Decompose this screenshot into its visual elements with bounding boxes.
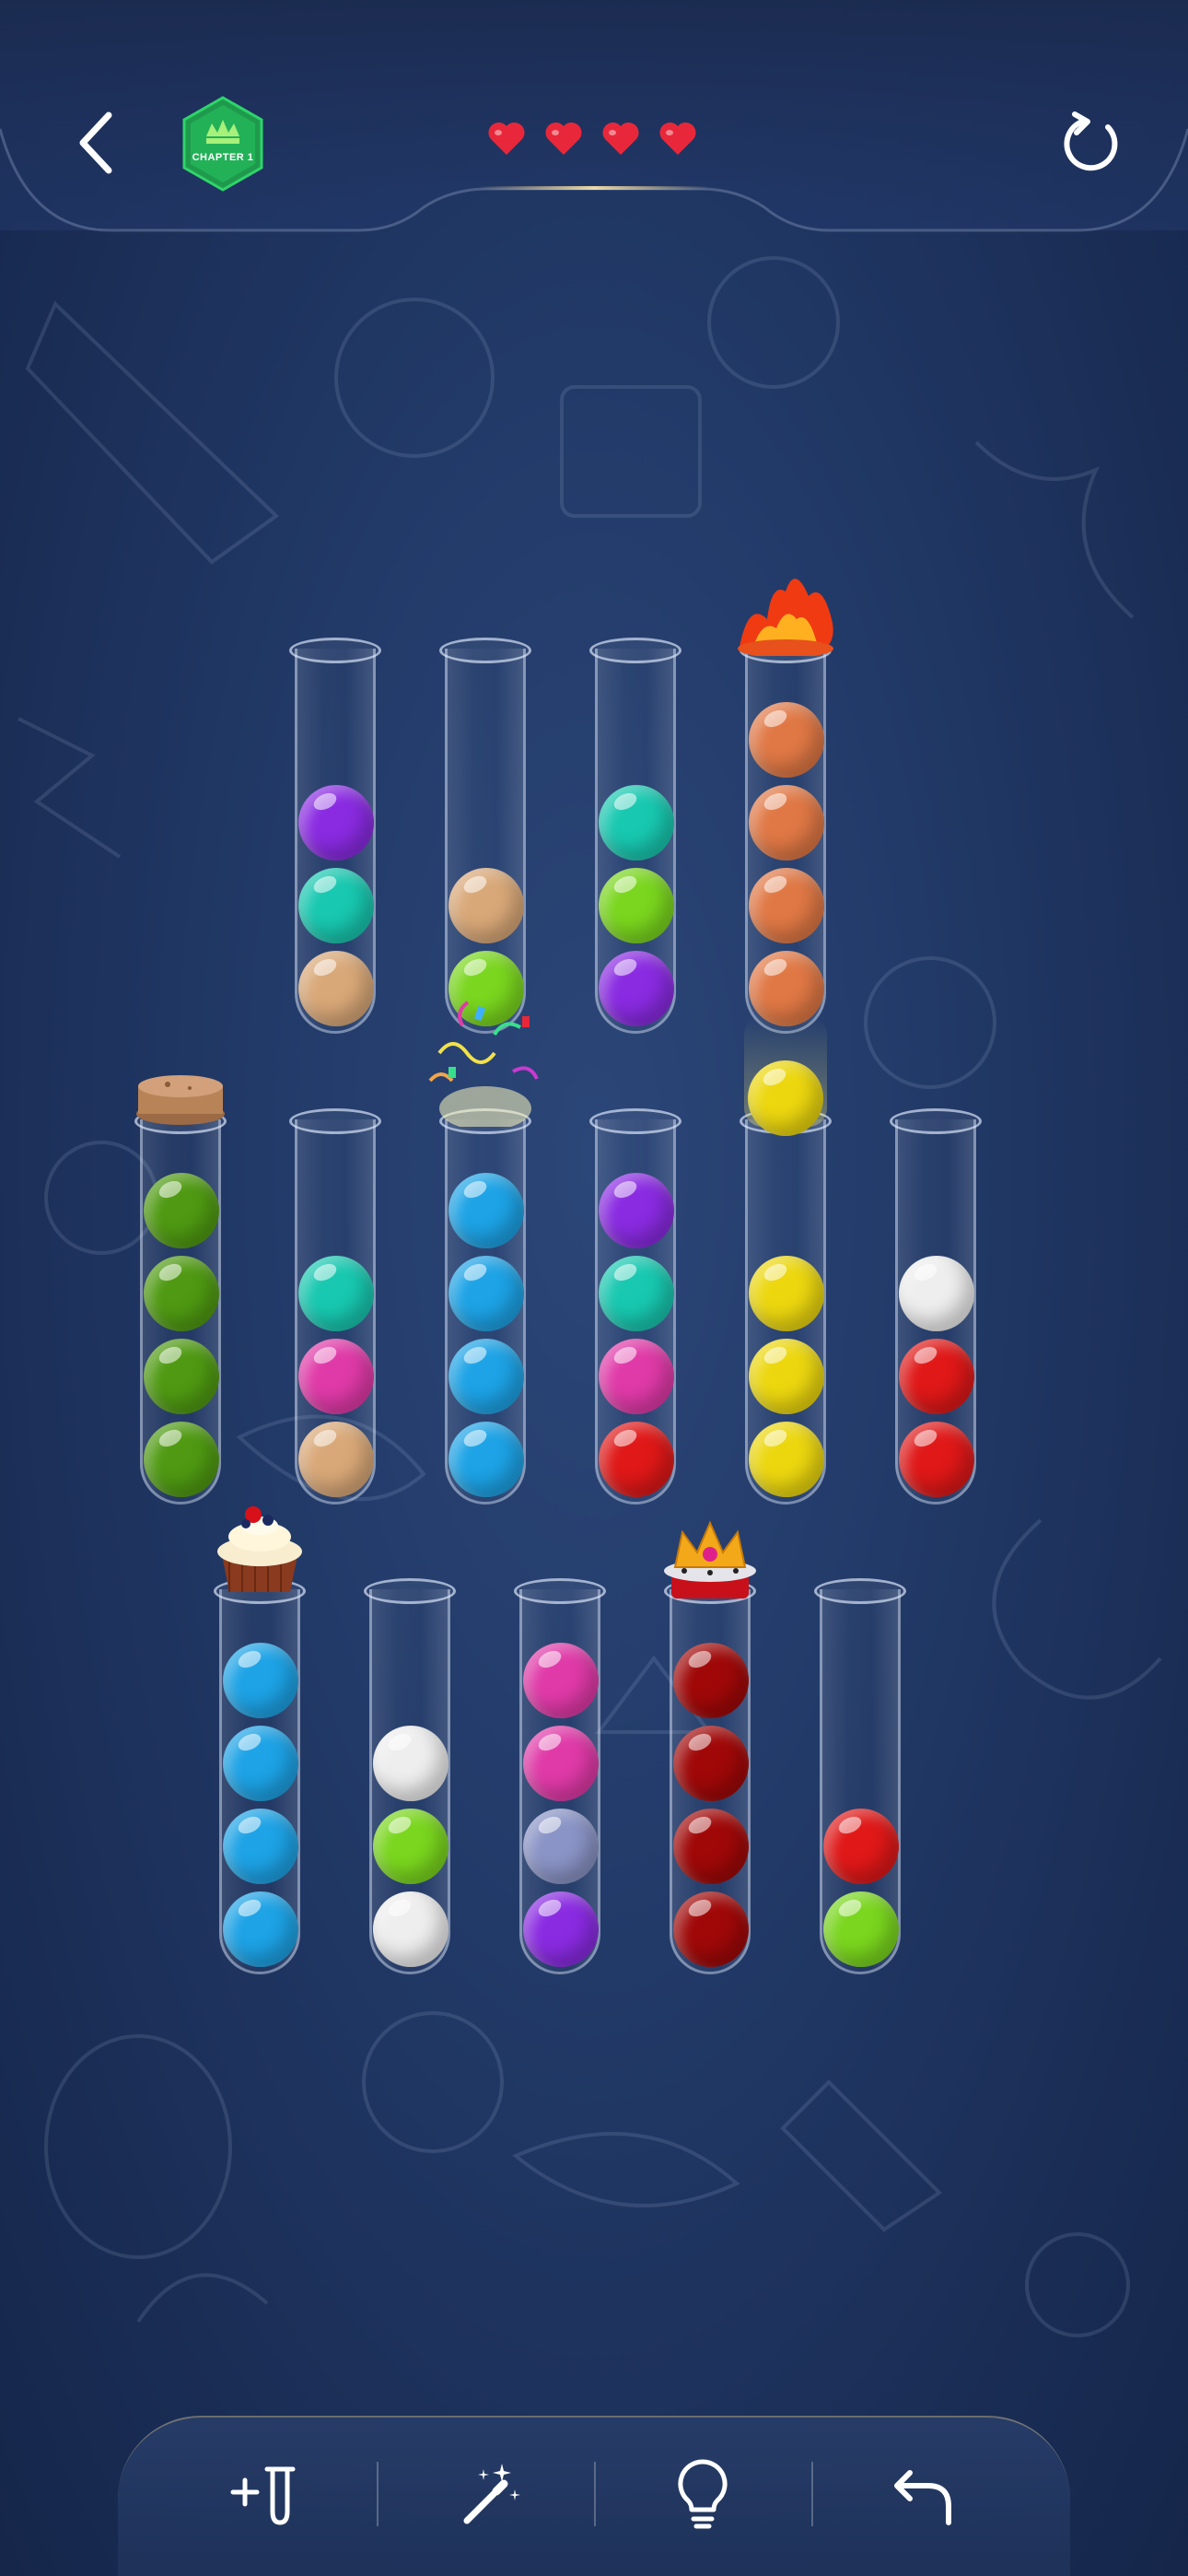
ball-slate — [523, 1809, 599, 1884]
ball-orange — [749, 785, 824, 861]
lightbulb-icon[interactable] — [647, 2453, 758, 2535]
magic-wand-icon[interactable] — [430, 2453, 541, 2535]
ball-orange — [749, 702, 824, 778]
ball-yellow — [749, 1339, 824, 1414]
ball-magenta — [298, 1339, 374, 1414]
ball-blue — [223, 1726, 298, 1801]
toolbar-divider — [811, 2462, 813, 2526]
test-tube[interactable] — [664, 1578, 756, 1974]
tube-rim — [890, 1108, 982, 1134]
ball-white — [373, 1891, 448, 1967]
ball-tan — [448, 868, 524, 943]
ball-red — [823, 1809, 899, 1884]
fire-icon — [738, 579, 833, 656]
ball-blue — [448, 1256, 524, 1331]
test-tube[interactable] — [740, 1108, 832, 1505]
test-tube[interactable] — [289, 638, 381, 1034]
test-tube[interactable] — [890, 1108, 982, 1505]
test-tube[interactable] — [589, 1108, 681, 1505]
ball-red — [899, 1339, 974, 1414]
ball-white — [899, 1256, 974, 1331]
test-tube[interactable] — [214, 1578, 306, 1974]
ball-darkred — [673, 1726, 749, 1801]
test-tube[interactable] — [439, 1108, 531, 1505]
ball-red — [899, 1422, 974, 1497]
ball-lime — [373, 1809, 448, 1884]
ball-yellow — [749, 1256, 824, 1331]
ball-darkred — [673, 1643, 749, 1718]
tube-rim — [814, 1578, 906, 1604]
ball-blue — [448, 1173, 524, 1248]
ball-green — [144, 1339, 219, 1414]
heart-icon — [545, 122, 582, 155]
confetti-icon — [428, 1001, 539, 1127]
ball-blue — [223, 1809, 298, 1884]
ball-green — [144, 1173, 219, 1248]
test-tube[interactable] — [514, 1578, 606, 1974]
top-bar: CHAPTER 1 — [0, 0, 1188, 240]
ball-white — [373, 1726, 448, 1801]
bottom-toolbar — [118, 2416, 1070, 2576]
heart-icon — [488, 122, 525, 155]
cupcake-icon — [217, 1506, 302, 1592]
test-tube[interactable] — [134, 1108, 227, 1505]
ball-blue — [448, 1339, 524, 1414]
restart-icon[interactable] — [1054, 109, 1124, 179]
ball-blue — [223, 1891, 298, 1967]
ball-magenta — [523, 1643, 599, 1718]
ball-magenta — [599, 1339, 674, 1414]
cork-stopper-icon — [136, 1075, 225, 1125]
ball-teal — [298, 1256, 374, 1331]
tube-rim — [589, 638, 681, 663]
ball-purple — [599, 1173, 674, 1248]
ball-red — [599, 1422, 674, 1497]
tube-rim — [364, 1578, 456, 1604]
ball-teal — [298, 868, 374, 943]
chapter-badge-icon[interactable] — [181, 96, 265, 192]
tube-rim — [289, 1108, 381, 1134]
ball-purple — [523, 1891, 599, 1967]
crown-icon — [664, 1520, 756, 1598]
tube-rim — [514, 1578, 606, 1604]
ball-lime — [823, 1891, 899, 1967]
ball-blue — [448, 1422, 524, 1497]
ball-lime — [599, 868, 674, 943]
ball-tan — [298, 951, 374, 1026]
tube-rim — [289, 638, 381, 663]
ball-purple — [599, 951, 674, 1026]
test-tube[interactable] — [589, 638, 681, 1034]
ball-green — [144, 1422, 219, 1497]
tube-rim — [589, 1108, 681, 1134]
ball-orange — [749, 951, 824, 1026]
tube-rim — [439, 638, 531, 663]
toolbar-divider — [594, 2462, 596, 2526]
toolbar-divider — [377, 2462, 379, 2526]
test-tube[interactable] — [740, 638, 832, 1034]
heart-icon — [659, 122, 696, 155]
back-chevron-icon[interactable] — [64, 106, 129, 180]
ball-blue — [223, 1643, 298, 1718]
ball-yellow — [749, 1422, 824, 1497]
top-bar-panel — [0, 0, 1188, 232]
test-tube[interactable] — [814, 1578, 906, 1974]
ball-green — [144, 1256, 219, 1331]
ball-teal — [599, 1256, 674, 1331]
ball-darkred — [673, 1809, 749, 1884]
test-tube[interactable] — [439, 638, 531, 1034]
ball-purple — [298, 785, 374, 861]
chapter-label: CHAPTER 1 — [192, 152, 254, 163]
ball-magenta — [523, 1726, 599, 1801]
ball-orange — [749, 868, 824, 943]
ball-teal — [599, 785, 674, 861]
lives-hearts — [486, 120, 698, 166]
ball-tan — [298, 1422, 374, 1497]
add-tube-icon[interactable] — [217, 2453, 328, 2535]
test-tube[interactable] — [289, 1108, 381, 1505]
heart-icon — [602, 122, 639, 155]
undo-icon[interactable] — [864, 2453, 974, 2535]
ball-yellow-lifted[interactable] — [748, 1060, 823, 1136]
test-tube[interactable] — [364, 1578, 456, 1974]
ball-darkred — [673, 1891, 749, 1967]
